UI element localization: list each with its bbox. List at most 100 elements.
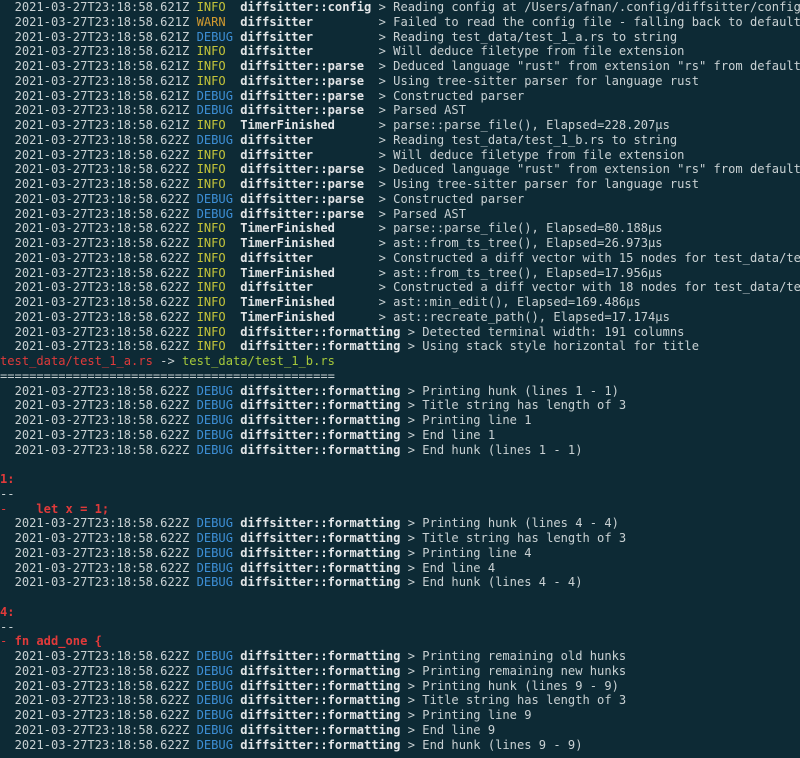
log-level-info: INFO xyxy=(196,162,233,177)
log-module: diffsitter xyxy=(240,147,372,162)
log-message: > Constructed a diff vector with 15 node… xyxy=(378,250,800,265)
log-timestamp: 2021-03-27T23:18:58.622Z xyxy=(14,442,190,457)
log-message: > Title string has length of 3 xyxy=(400,693,627,708)
log-level-info: INFO xyxy=(196,147,233,162)
log-line: 2021-03-27T23:18:58.622Z INFO diffsitter… xyxy=(0,325,800,340)
log-line: 2021-03-27T23:18:58.622Z DEBUG diffsitte… xyxy=(0,679,800,694)
log-message: > Reading test_data/test_1_a.rs to strin… xyxy=(371,29,678,44)
log-timestamp: 2021-03-27T23:18:58.622Z xyxy=(14,236,190,250)
log-module: diffsitter::formatting xyxy=(240,442,401,457)
log-timestamp: 2021-03-27T23:18:58.622Z xyxy=(14,427,190,442)
log-line: 2021-03-27T23:18:58.622Z DEBUG diffsitte… xyxy=(0,561,800,576)
log-module: diffsitter::formatting xyxy=(240,531,401,545)
log-level-debug: DEBUG xyxy=(196,560,233,575)
log-line: 2021-03-27T23:18:58.622Z DEBUG diffsitte… xyxy=(0,546,800,561)
log-message: > Constructed parser xyxy=(371,88,525,103)
log-module: TimerFinished xyxy=(240,265,372,280)
log-message: > Using stack style horizontal for title xyxy=(400,339,699,354)
log-level-debug: DEBUG xyxy=(196,693,233,708)
log-message: > Will deduce filetype from file extensi… xyxy=(371,147,685,162)
log-message: > Printing hunk (lines 9 - 9) xyxy=(400,678,619,693)
log-block-hunk-4: 2021-03-27T23:18:58.622Z DEBUG diffsitte… xyxy=(0,516,800,590)
log-timestamp: 2021-03-27T23:18:58.622Z xyxy=(14,413,190,427)
log-level-debug: DEBUG xyxy=(196,708,233,722)
log-level-info: INFO xyxy=(196,177,233,191)
terminal-window[interactable]: 2021-03-27T23:18:58.621Z INFO diffsitter… xyxy=(0,0,800,758)
log-level-debug: DEBUG xyxy=(196,531,233,545)
log-module: diffsitter::formatting xyxy=(240,413,401,427)
log-module: diffsitter::formatting xyxy=(240,516,401,531)
log-module: TimerFinished xyxy=(240,295,372,309)
hunk-divider: -- xyxy=(0,486,15,501)
log-module: diffsitter::formatting xyxy=(240,663,401,678)
log-line: 2021-03-27T23:18:58.622Z DEBUG diffsitte… xyxy=(0,192,800,207)
log-timestamp: 2021-03-27T23:18:58.621Z xyxy=(14,0,190,14)
log-level-debug: DEBUG xyxy=(196,398,233,413)
log-message: > Printing remaining new hunks xyxy=(400,663,627,678)
log-timestamp: 2021-03-27T23:18:58.622Z xyxy=(14,280,190,295)
log-level-debug: DEBUG xyxy=(196,103,233,118)
log-level-debug: DEBUG xyxy=(196,427,233,442)
log-timestamp: 2021-03-27T23:18:58.621Z xyxy=(14,88,190,103)
log-timestamp: 2021-03-27T23:18:58.622Z xyxy=(14,295,190,309)
log-module: TimerFinished xyxy=(240,236,372,250)
log-level-debug: DEBUG xyxy=(196,383,233,398)
log-level-debug: DEBUG xyxy=(196,88,233,103)
log-module: diffsitter xyxy=(240,280,372,295)
log-message: > ast::min_edit(), Elapsed=169.486µs xyxy=(371,295,641,309)
log-timestamp: 2021-03-27T23:18:58.622Z xyxy=(14,147,190,162)
log-module: diffsitter::formatting xyxy=(240,398,401,413)
log-timestamp: 2021-03-27T23:18:58.622Z xyxy=(14,708,190,722)
log-line: 2021-03-27T23:18:58.622Z DEBUG diffsitte… xyxy=(0,708,800,723)
log-message: > Printing hunk (lines 1 - 1) xyxy=(400,383,619,398)
log-level-info: INFO xyxy=(196,73,233,88)
log-level-info: INFO xyxy=(196,339,233,354)
log-module: TimerFinished xyxy=(240,118,372,132)
log-message: > End hunk (lines 9 - 9) xyxy=(400,737,583,752)
log-module: diffsitter xyxy=(240,132,372,147)
log-line: 2021-03-27T23:18:58.622Z DEBUG diffsitte… xyxy=(0,649,800,664)
title-arrow: -> xyxy=(152,354,183,368)
log-timestamp: 2021-03-27T23:18:58.622Z xyxy=(14,678,190,693)
log-module: diffsitter::formatting xyxy=(240,427,401,442)
log-timestamp: 2021-03-27T23:18:58.622Z xyxy=(14,132,190,147)
log-line: 2021-03-27T23:18:58.622Z DEBUG diffsitte… xyxy=(0,443,800,458)
log-level-debug: DEBUG xyxy=(196,516,233,531)
log-line: 2021-03-27T23:18:58.622Z DEBUG diffsitte… xyxy=(0,664,800,679)
old-file-name: test_data/test_1_a.rs xyxy=(0,354,153,368)
log-level-debug: DEBUG xyxy=(196,29,233,44)
hunk-divider: -- xyxy=(0,619,15,634)
log-message: > Printing line 1 xyxy=(400,413,532,427)
hunk-header: 1: xyxy=(0,472,15,486)
log-line: 2021-03-27T23:18:58.622Z INFO diffsitter… xyxy=(0,339,800,354)
log-module: TimerFinished xyxy=(240,309,372,324)
log-module: diffsitter::formatting xyxy=(240,339,401,354)
log-line: 2021-03-27T23:18:58.621Z DEBUG diffsitte… xyxy=(0,30,800,45)
log-line: 2021-03-27T23:18:58.621Z DEBUG diffsitte… xyxy=(0,103,800,118)
log-line: 2021-03-27T23:18:58.622Z INFO TimerFinis… xyxy=(0,266,800,281)
log-level-info: INFO xyxy=(196,265,233,280)
log-level-debug: DEBUG xyxy=(196,545,233,560)
log-message: > Constructed parser xyxy=(371,191,525,206)
log-timestamp: 2021-03-27T23:18:58.622Z xyxy=(14,649,190,663)
